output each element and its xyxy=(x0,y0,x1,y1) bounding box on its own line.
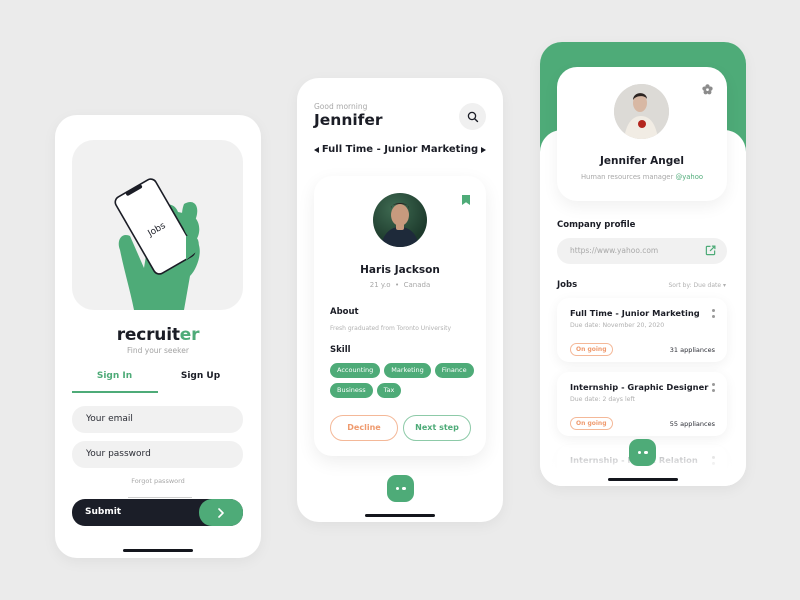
decline-button[interactable]: Decline xyxy=(330,415,398,441)
home-indicator xyxy=(365,514,435,517)
profile-photo xyxy=(614,84,669,139)
skill-heading: Skill xyxy=(330,345,351,355)
profile-name: Jennifer Angel xyxy=(600,155,684,167)
submit-label: Submit xyxy=(85,507,122,517)
active-tab-indicator xyxy=(72,391,158,393)
appliances-count: 31 appliances xyxy=(669,346,715,354)
job-card-due-date: Due date: November 20, 2020 xyxy=(570,322,665,329)
company-url: https://www.yahoo.com xyxy=(570,246,659,255)
divider xyxy=(128,497,192,498)
tab-sign-in[interactable]: Sign In xyxy=(72,371,157,381)
chevron-right-icon xyxy=(218,507,224,518)
skill-chip: Tax xyxy=(376,383,402,398)
chat-icon-dot xyxy=(644,450,648,455)
external-link-icon[interactable] xyxy=(705,245,716,256)
bookmark-icon[interactable] xyxy=(462,195,470,205)
next-step-button[interactable]: Next step xyxy=(403,415,471,441)
forgot-password-link[interactable]: Forgot password xyxy=(55,477,261,485)
signin-screen: Jobs recruiter Find your seeker Sign In … xyxy=(55,115,261,558)
skill-chip: Finance xyxy=(434,363,474,378)
candidate-photo xyxy=(381,203,419,247)
job-title: Full Time - Junior Marketing xyxy=(321,144,479,155)
more-options-icon[interactable] xyxy=(712,383,715,392)
hand-holding-phone-illustration: Jobs xyxy=(114,178,200,310)
skill-chips: Accounting Marketing Finance Business Ta… xyxy=(330,363,480,398)
logo-main: recruit xyxy=(116,325,180,345)
sort-dropdown[interactable]: Sort by: Due date ▾ xyxy=(668,282,726,289)
auth-tabs: Sign In Sign Up xyxy=(72,371,243,393)
profile-avatar xyxy=(614,84,669,139)
job-card[interactable]: Internship - Graphic Designer Due date: … xyxy=(557,372,727,436)
home-indicator xyxy=(608,478,678,481)
skill-chip: Accounting xyxy=(330,363,381,378)
status-badge: On going xyxy=(570,343,613,356)
about-heading: About xyxy=(330,307,359,317)
app-logo: recruiter xyxy=(55,325,261,345)
role-text: Human resources manager xyxy=(580,173,674,181)
candidate-age: 21 y.o xyxy=(369,281,391,289)
candidate-location: Canada xyxy=(403,281,431,289)
candidate-screen: Good morning Jennifer Full Time - Junior… xyxy=(297,78,503,522)
submit-button[interactable]: Submit xyxy=(72,499,243,526)
hero-illustration: Jobs xyxy=(72,140,243,310)
chat-button[interactable] xyxy=(629,439,656,466)
job-card-title: Internship - Graphic Designer xyxy=(570,382,709,392)
company-handle[interactable]: @yahoo xyxy=(675,173,703,181)
next-job-arrow-icon[interactable] xyxy=(481,147,486,153)
chat-icon-dot xyxy=(402,486,406,491)
settings-flower-icon[interactable] xyxy=(702,84,713,95)
skill-chip: Marketing xyxy=(384,363,431,378)
search-icon xyxy=(467,111,478,122)
tab-sign-up[interactable]: Sign Up xyxy=(158,371,243,381)
job-switcher: Full Time - Junior Marketing xyxy=(314,144,486,158)
home-indicator xyxy=(123,549,193,552)
appliances-count: 55 appliances xyxy=(669,420,715,428)
tagline: Find your seeker xyxy=(127,346,189,355)
candidate-name: Haris Jackson xyxy=(360,264,440,276)
candidate-card: Haris Jackson 21 y.o • Canada About Fres… xyxy=(314,176,486,456)
company-url-field[interactable]: https://www.yahoo.com xyxy=(557,238,727,264)
more-options-icon[interactable] xyxy=(712,309,715,318)
chat-icon-dot xyxy=(637,450,641,455)
chat-button[interactable] xyxy=(387,475,414,502)
status-badge: On going xyxy=(570,417,613,430)
skill-chip: Business xyxy=(330,383,373,398)
profile-role: Human resources manager @yahoo xyxy=(557,173,727,181)
job-card-due-date: Due date: 2 days left xyxy=(570,396,635,403)
company-profile-heading: Company profile xyxy=(557,220,636,230)
candidate-meta: 21 y.o • Canada xyxy=(314,281,486,289)
submit-arrow-button[interactable] xyxy=(199,499,243,526)
user-name: Jennifer xyxy=(314,111,383,129)
search-button[interactable] xyxy=(459,103,486,130)
profile-screen: Jennifer Angel Human resources manager @… xyxy=(540,42,746,486)
meta-separator: • xyxy=(395,281,400,289)
logo-accent: er xyxy=(179,325,200,345)
greeting: Good morning xyxy=(314,102,368,111)
password-field[interactable]: Your password xyxy=(72,441,243,468)
email-field[interactable]: Your email xyxy=(72,406,243,433)
job-card[interactable]: Full Time - Junior Marketing Due date: N… xyxy=(557,298,727,362)
job-card-title: Full Time - Junior Marketing xyxy=(570,308,700,318)
profile-card: Jennifer Angel Human resources manager @… xyxy=(557,67,727,201)
candidate-avatar xyxy=(373,193,427,247)
chat-icon-dot xyxy=(395,486,399,491)
jobs-heading: Jobs xyxy=(557,280,578,290)
about-text: Fresh graduated from Toronto University xyxy=(330,325,452,332)
